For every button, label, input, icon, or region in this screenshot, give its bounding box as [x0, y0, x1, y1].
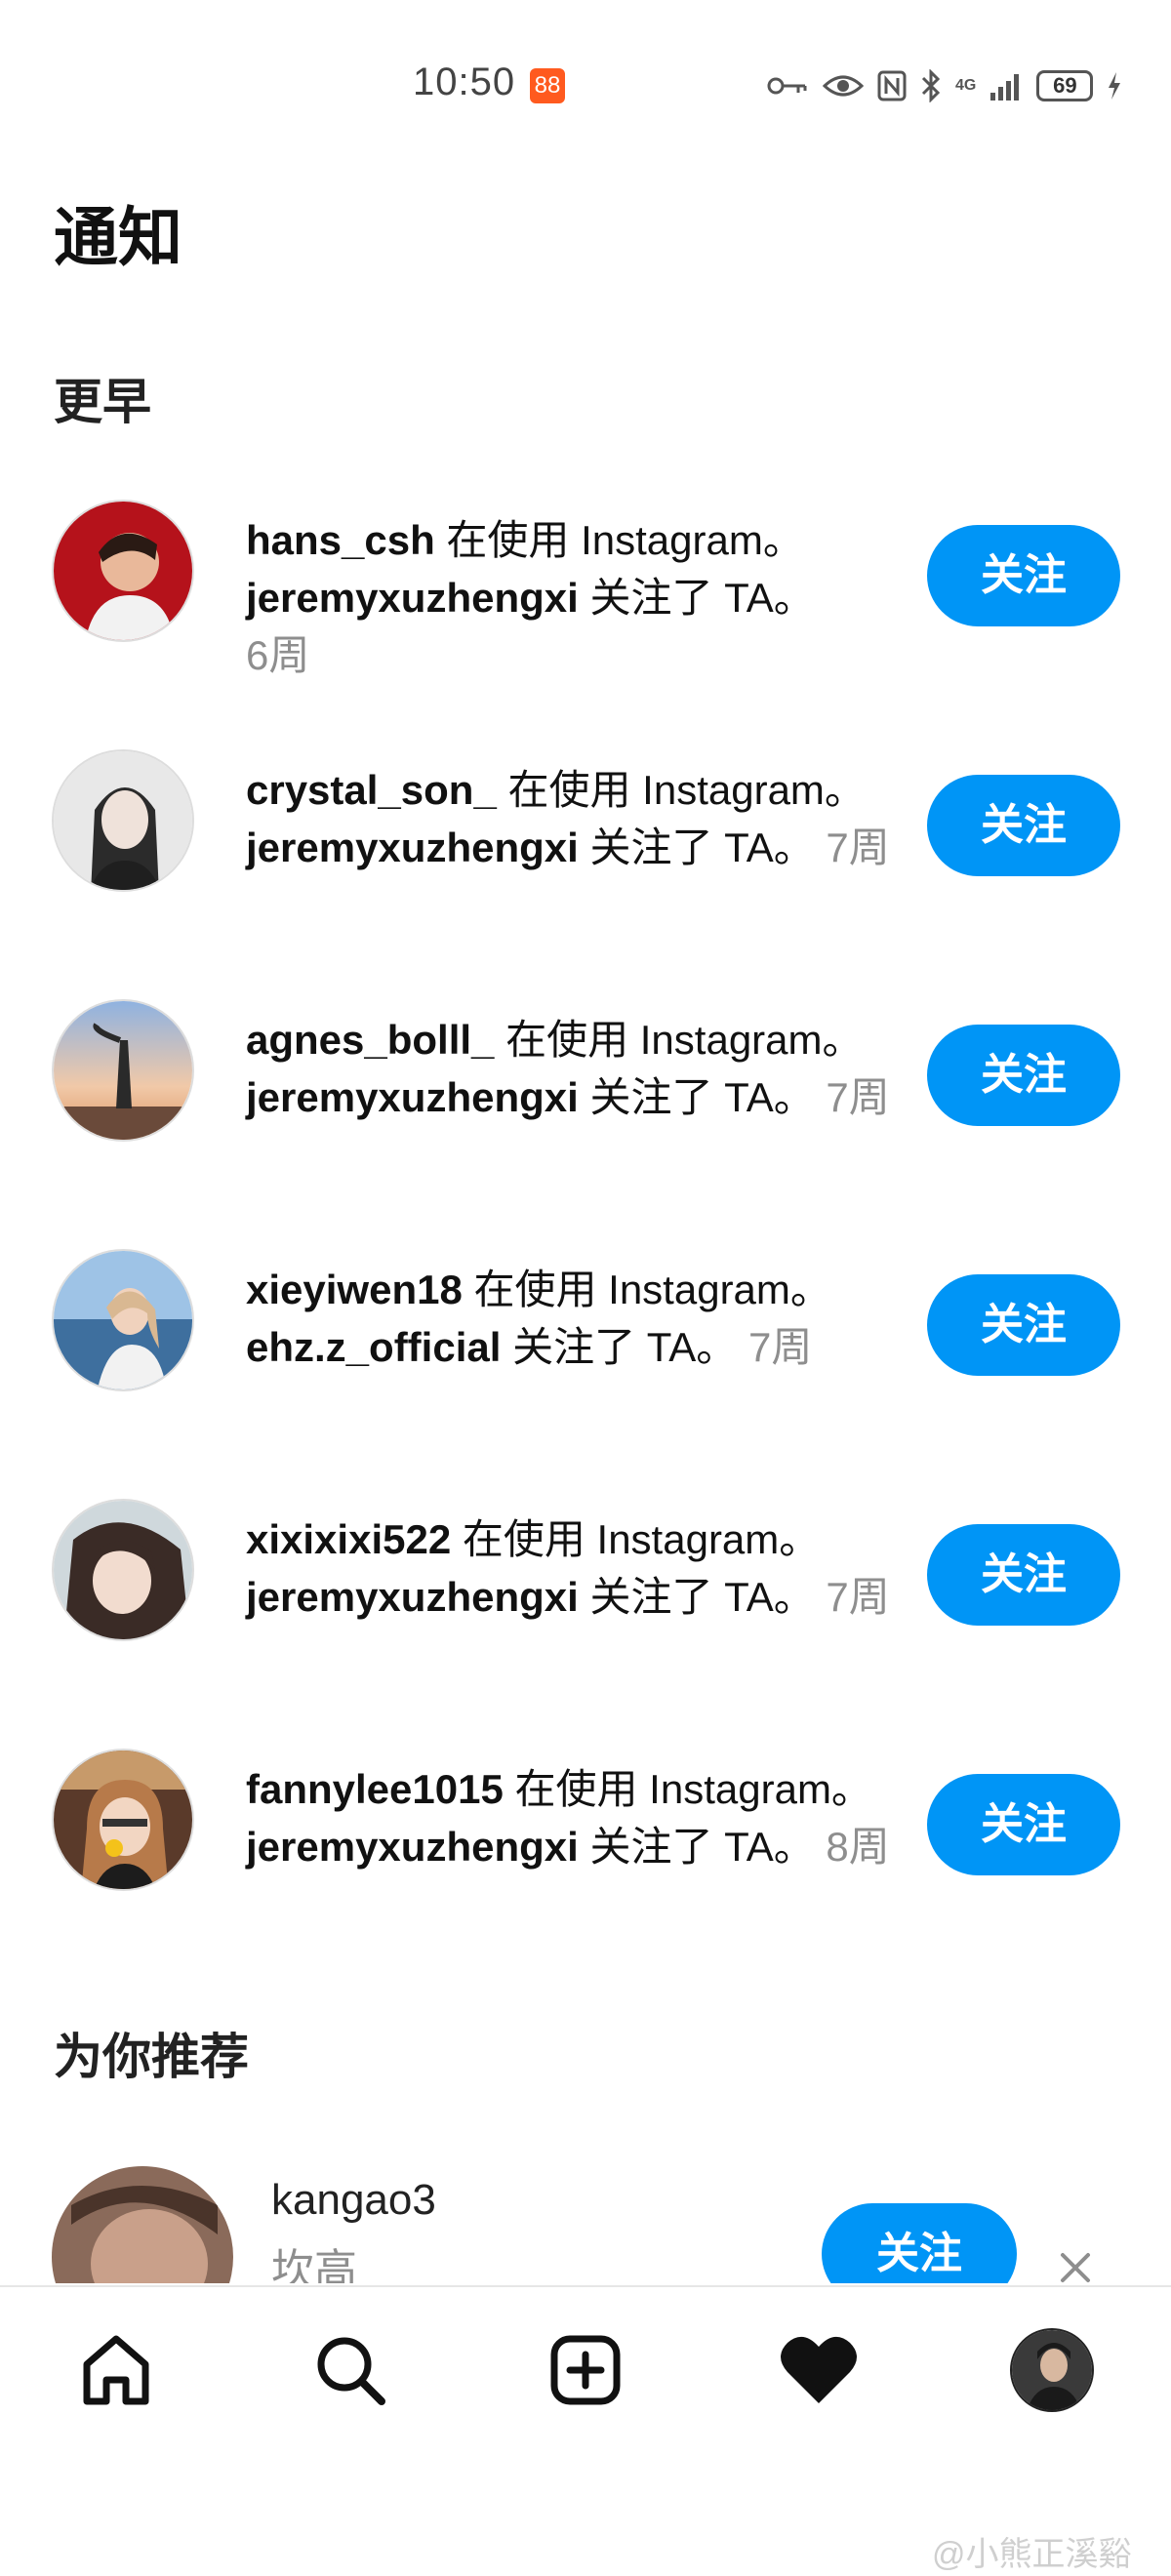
follow-button[interactable]: 关注: [927, 1274, 1120, 1376]
nfc-icon: [877, 70, 907, 101]
notification-follower[interactable]: ehz.z_official: [246, 1324, 501, 1370]
notification-time: 7周: [826, 1574, 890, 1620]
follow-button[interactable]: 关注: [927, 775, 1120, 876]
key-icon: [767, 77, 807, 95]
notification-followed: 关注了 TA。: [578, 1824, 815, 1870]
notification-text: crystal_son_ 在使用 Instagram。 jeremyxuzhen…: [246, 761, 890, 876]
follow-button[interactable]: 关注: [927, 1524, 1120, 1626]
notification-using: 在使用 Instagram。: [434, 517, 804, 563]
avatar[interactable]: [52, 1249, 194, 1391]
notification-followed: 关注了 TA。: [578, 1074, 815, 1120]
notification-username[interactable]: fannylee1015: [246, 1766, 504, 1812]
suggested-username[interactable]: kangao3: [271, 2176, 436, 2225]
notification-item[interactable]: hans_csh 在使用 Instagram。 jeremyxuzhengxi …: [0, 488, 1171, 738]
avatar[interactable]: [52, 999, 194, 1142]
notification-using: 在使用 Instagram。: [503, 1766, 872, 1812]
notification-username[interactable]: agnes_bolll_: [246, 1017, 494, 1063]
status-time: 10:50: [413, 60, 516, 103]
signal-icon: [990, 74, 1020, 101]
notification-item[interactable]: crystal_son_ 在使用 Instagram。 jeremyxuzhen…: [0, 738, 1171, 987]
heart-icon: [781, 2336, 857, 2403]
bluetooth-icon: [921, 69, 941, 102]
avatar[interactable]: [52, 1749, 194, 1891]
follow-button[interactable]: 关注: [822, 2203, 1017, 2283]
notification-time: 7周: [747, 1324, 813, 1370]
notification-using: 在使用 Instagram。: [494, 1017, 864, 1063]
notification-item[interactable]: agnes_bolll_ 在使用 Instagram。 jeremyxuzhen…: [0, 987, 1171, 1237]
nav-activity[interactable]: [775, 2326, 863, 2414]
notification-text: xixixixi522 在使用 Instagram。 jeremyxuzheng…: [246, 1510, 890, 1626]
suggested-full-name: 坎高: [271, 2246, 357, 2283]
follow-button[interactable]: 关注: [927, 1774, 1120, 1875]
suggested-user-row[interactable]: kangao3 坎高 关注: [0, 2156, 1171, 2283]
follow-button[interactable]: 关注: [927, 525, 1120, 626]
notification-using: 在使用 Instagram。: [462, 1267, 831, 1312]
notification-time: 7周: [826, 1074, 890, 1120]
nav-new-post[interactable]: [542, 2326, 629, 2414]
status-bar: 10:50 88 4G 69: [0, 0, 1171, 166]
notification-using: 在使用 Instagram。: [496, 767, 866, 813]
new-post-icon: [550, 2335, 621, 2405]
notification-follower[interactable]: jeremyxuzhengxi: [246, 1574, 579, 1620]
notification-follower[interactable]: jeremyxuzhengxi: [246, 1824, 579, 1870]
page-title: 通知: [54, 201, 182, 273]
notification-username[interactable]: xixixixi522: [246, 1516, 451, 1562]
avatar[interactable]: [52, 1499, 194, 1641]
notification-username[interactable]: crystal_son_: [246, 767, 497, 813]
battery-level: 69: [1053, 73, 1077, 98]
search-icon: [317, 2337, 385, 2405]
notification-time: 6周: [246, 632, 310, 678]
notification-item[interactable]: xieyiwen18 在使用 Instagram。 ehz.z_official…: [0, 1237, 1171, 1487]
status-icons: 4G 69: [766, 66, 1122, 105]
nav-search[interactable]: [306, 2326, 394, 2414]
nav-home[interactable]: [72, 2326, 160, 2414]
notification-follower[interactable]: jeremyxuzhengxi: [246, 1074, 579, 1120]
app-notification-badge: 88: [530, 68, 565, 103]
section-title-earlier: 更早: [54, 375, 151, 429]
notification-text: agnes_bolll_ 在使用 Instagram。 jeremyxuzhen…: [246, 1011, 890, 1126]
bottom-nav: [0, 2285, 1171, 2480]
notification-followed: 关注了 TA。: [578, 825, 815, 870]
nav-profile[interactable]: [1008, 2326, 1096, 2414]
charging-icon: [1109, 72, 1121, 100]
notification-using: 在使用 Instagram。: [451, 1516, 821, 1562]
notification-followed: 关注了 TA。: [578, 1574, 815, 1620]
notification-follower[interactable]: jeremyxuzhengxi: [246, 575, 579, 621]
notification-list: hans_csh 在使用 Instagram。 jeremyxuzhengxi …: [0, 488, 1171, 1987]
notification-text: xieyiwen18 在使用 Instagram。 ehz.z_official…: [246, 1261, 890, 1376]
network-type: 4G: [955, 77, 977, 94]
notification-followed: 关注了 TA。: [578, 575, 815, 621]
notification-item[interactable]: xixixixi522 在使用 Instagram。 jeremyxuzheng…: [0, 1487, 1171, 1737]
follow-button[interactable]: 关注: [927, 1025, 1120, 1126]
home-icon: [83, 2335, 149, 2405]
avatar[interactable]: [52, 500, 194, 642]
avatar[interactable]: [52, 2166, 233, 2283]
battery-icon: 69: [1036, 70, 1094, 101]
watermark: @小熊正溪谿: [932, 2536, 1132, 2573]
eye-icon: [823, 75, 864, 97]
notification-time: 8周: [826, 1824, 890, 1870]
notification-username[interactable]: xieyiwen18: [246, 1267, 463, 1312]
notification-follower[interactable]: jeremyxuzhengxi: [246, 825, 579, 870]
notification-text: fannylee1015 在使用 Instagram。 jeremyxuzhen…: [246, 1760, 890, 1875]
notification-followed: 关注了 TA。: [501, 1324, 738, 1370]
notification-item[interactable]: fannylee1015 在使用 Instagram。 jeremyxuzhen…: [0, 1737, 1171, 1987]
section-title-suggested: 为你推荐: [54, 2030, 249, 2084]
notification-text: hans_csh 在使用 Instagram。 jeremyxuzhengxi …: [246, 511, 890, 684]
avatar[interactable]: [52, 749, 194, 892]
notification-time: 7周: [826, 825, 890, 870]
close-icon[interactable]: [1057, 2249, 1094, 2283]
notification-username[interactable]: hans_csh: [246, 517, 435, 563]
profile-avatar: [1010, 2328, 1094, 2412]
